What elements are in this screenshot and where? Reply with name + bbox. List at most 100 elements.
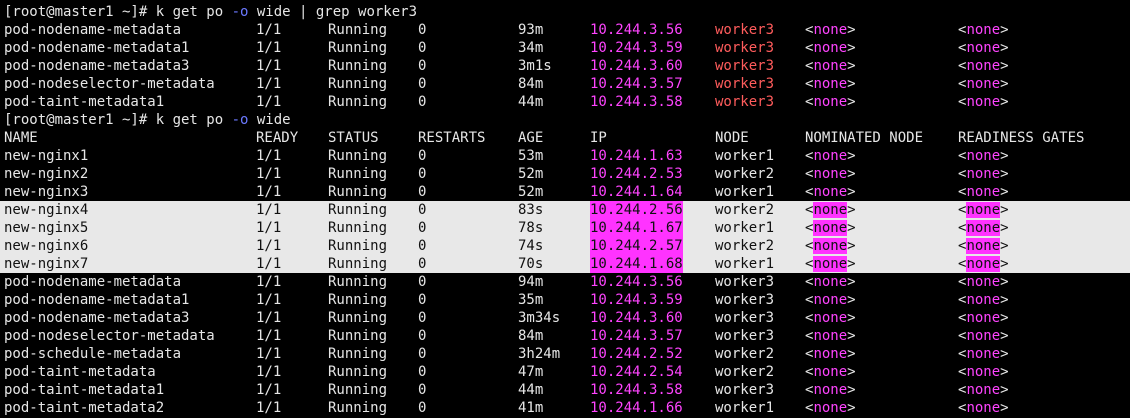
table-row[interactable]: pod-nodeselector-metadata 1/1 Running 0 84m 1…: [0, 327, 1130, 345]
table-header: NAME READY STATUS RESTARTS AGE IP NODE NOMINATE…: [0, 129, 1130, 147]
table-row[interactable]: new-nginx4 1/1 Running 0 83s 10.244.2.56 worke…: [0, 201, 1130, 219]
nominated-node: <none>: [805, 381, 856, 399]
readiness-gates: <none>: [958, 381, 1009, 399]
pod-ip: 10.244.3.57: [590, 328, 683, 344]
angle-close: >: [1000, 238, 1009, 254]
table-row[interactable]: pod-nodename-metadata3 1/1 Running 0 3m1s 10.…: [0, 57, 1130, 75]
pod-age: 84m: [518, 76, 544, 92]
table-row[interactable]: pod-taint-metadata 1/1 Running 0 47m 10.244.2…: [0, 363, 1130, 381]
pod-name: pod-nodename-metadata1: [4, 292, 190, 308]
pod-ip: 10.244.3.57: [590, 76, 683, 92]
readiness-gates-value: none: [966, 94, 1001, 110]
table-row[interactable]: pod-nodename-metadata 1/1 Running 0 93m 10.24…: [0, 21, 1130, 39]
nominated-node-value: none: [813, 310, 848, 326]
nominated-node-value: none: [813, 94, 848, 110]
pod-ip: 10.244.1.67: [590, 219, 683, 237]
table-row[interactable]: new-nginx6 1/1 Running 0 74s 10.244.2.57 worke…: [0, 237, 1130, 255]
angle-close: >: [847, 58, 856, 74]
readiness-gates-value: none: [966, 346, 1001, 362]
pod-ip: 10.244.2.57: [590, 237, 683, 255]
pod-restarts: 0: [418, 94, 427, 110]
pod-node: worker3: [715, 76, 775, 92]
table-row[interactable]: pod-taint-metadata2 1/1 Running 0 41m 10.244.…: [0, 399, 1130, 417]
pod-name: new-nginx7: [4, 256, 89, 272]
column-header: AGE: [518, 130, 544, 146]
table-row[interactable]: new-nginx7 1/1 Running 0 70s 10.244.1.68 worke…: [0, 255, 1130, 273]
table-row[interactable]: new-nginx1 1/1 Running 0 53m 10.244.1.63 worke…: [0, 147, 1130, 165]
nominated-node: <none>: [805, 327, 856, 345]
pod-name: pod-taint-metadata1: [4, 382, 165, 398]
pod-node: worker2: [715, 346, 775, 362]
readiness-gates-value: none: [966, 256, 1001, 272]
readiness-gates: <none>: [958, 165, 1009, 183]
table-row[interactable]: pod-schedule-metadata 1/1 Running 0 3h24m 10.…: [0, 345, 1130, 363]
pod-ready: 1/1: [256, 166, 282, 182]
pod-age: 53m: [518, 148, 544, 164]
pod-node: worker3: [715, 382, 775, 398]
table-row[interactable]: pod-nodename-metadata1 1/1 Running 0 35m 10.2…: [0, 291, 1130, 309]
nominated-node: <none>: [805, 363, 856, 381]
nominated-node: <none>: [805, 291, 856, 309]
pod-node: worker2: [715, 364, 775, 380]
table-row[interactable]: pod-taint-metadata1 1/1 Running 0 44m 10.244.…: [0, 93, 1130, 111]
table-row[interactable]: new-nginx5 1/1 Running 0 78s 10.244.1.67 worke…: [0, 219, 1130, 237]
nominated-node-value: none: [813, 220, 848, 236]
angle-close: >: [847, 238, 856, 254]
command-line: [root@master1 ~]# k get po -o wide | gre…: [0, 3, 1130, 21]
pod-name: pod-nodeselector-metadata: [4, 328, 215, 344]
angle-close: >: [847, 364, 856, 380]
terminal-window[interactable]: [root@master1 ~]# k get po -o wide | gre…: [0, 0, 1130, 418]
nominated-node-value: none: [813, 256, 848, 272]
table-row[interactable]: pod-nodeselector-metadata 1/1 Running 0 84m 1…: [0, 75, 1130, 93]
pod-ip: 10.244.3.59: [590, 292, 683, 308]
readiness-gates: <none>: [958, 291, 1009, 309]
readiness-gates-value: none: [966, 238, 1001, 254]
readiness-gates-value: none: [966, 220, 1001, 236]
readiness-gates-value: none: [966, 400, 1001, 416]
readiness-gates: <none>: [958, 273, 1009, 291]
nominated-node-value: none: [813, 382, 848, 398]
readiness-gates-value: none: [966, 274, 1001, 290]
nominated-node-value: none: [813, 238, 848, 254]
pod-restarts: 0: [418, 328, 427, 344]
angle-close: >: [847, 310, 856, 326]
pod-status: Running: [328, 76, 388, 92]
pod-name: pod-nodename-metadata1: [4, 40, 190, 56]
readiness-gates-value: none: [966, 364, 1001, 380]
nominated-node-value: none: [813, 202, 848, 218]
table-row[interactable]: pod-nodename-metadata 1/1 Running 0 94m 10.24…: [0, 273, 1130, 291]
table-row[interactable]: pod-nodename-metadata3 1/1 Running 0 3m34s 10…: [0, 309, 1130, 327]
table-row[interactable]: new-nginx2 1/1 Running 0 52m 10.244.2.53 worke…: [0, 165, 1130, 183]
pod-restarts: 0: [418, 400, 427, 416]
table-row[interactable]: new-nginx3 1/1 Running 0 52m 10.244.1.64 worke…: [0, 183, 1130, 201]
pod-node: worker3: [715, 328, 775, 344]
pod-age: 52m: [518, 184, 544, 200]
nominated-node: <none>: [805, 57, 856, 75]
readiness-gates: <none>: [958, 75, 1009, 93]
pod-status: Running: [328, 256, 388, 272]
angle-close: >: [847, 22, 856, 38]
pod-restarts: 0: [418, 220, 427, 236]
pod-ip: 10.244.1.68: [590, 255, 683, 273]
table-row[interactable]: pod-taint-metadata1 1/1 Running 0 44m 10.244.…: [0, 381, 1130, 399]
pod-restarts: 0: [418, 274, 427, 290]
nominated-node-value: none: [813, 292, 848, 308]
pod-name: pod-nodename-metadata: [4, 274, 182, 290]
readiness-gates: <none>: [958, 363, 1009, 381]
pod-ready: 1/1: [256, 256, 282, 272]
angle-close: >: [847, 40, 856, 56]
table-row[interactable]: pod-nodename-metadata1 1/1 Running 0 34m 10.2…: [0, 39, 1130, 57]
pod-age: 3m1s: [518, 58, 552, 74]
pod-ip: 10.244.3.60: [590, 58, 683, 74]
pod-name: new-nginx6: [4, 238, 89, 254]
angle-close: >: [847, 400, 856, 416]
pod-age: 34m: [518, 40, 544, 56]
pod-ready: 1/1: [256, 94, 282, 110]
angle-close: >: [847, 346, 856, 362]
pod-ready: 1/1: [256, 148, 282, 164]
pod-restarts: 0: [418, 364, 427, 380]
readiness-gates: <none>: [958, 21, 1009, 39]
pod-ip: 10.244.3.60: [590, 310, 683, 326]
pod-node: worker1: [715, 256, 775, 272]
pod-status: Running: [328, 310, 388, 326]
